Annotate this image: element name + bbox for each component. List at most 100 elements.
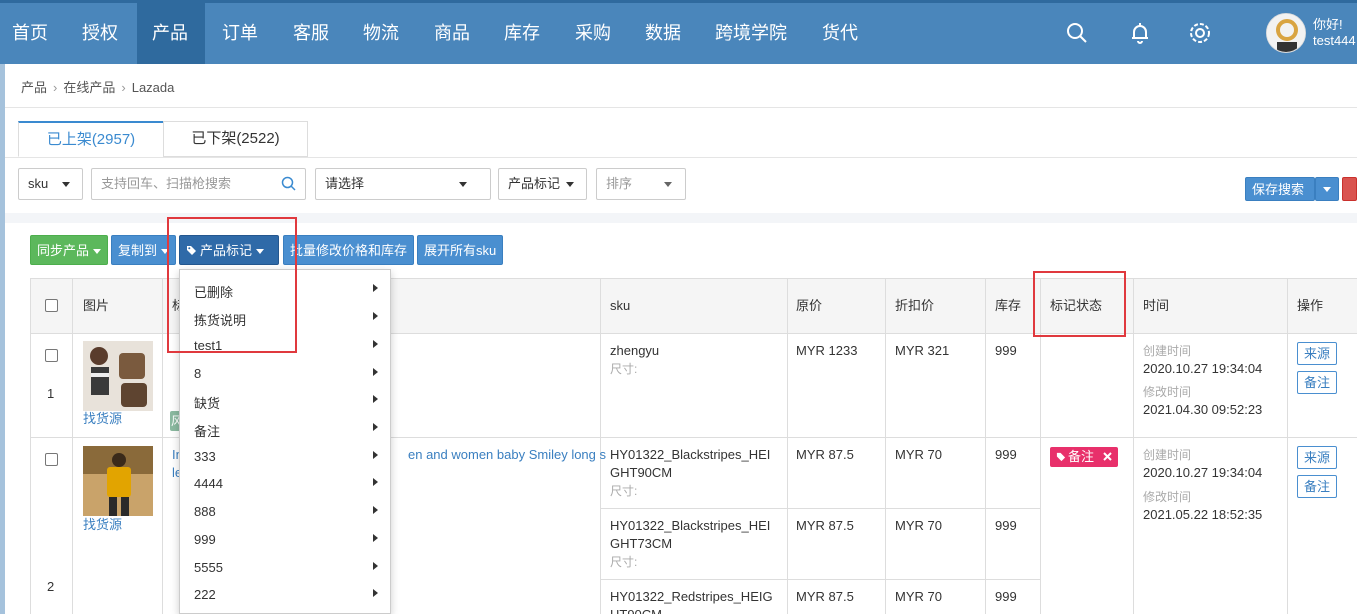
stock-value: 999 bbox=[995, 343, 1017, 358]
chevron-right-icon bbox=[373, 451, 378, 459]
sku-code: HY01322_Redstripes_HEIG bbox=[610, 589, 773, 604]
greeting-text: 你好! bbox=[1313, 17, 1343, 32]
col-line bbox=[162, 279, 163, 614]
price-value: MYR 1233 bbox=[796, 343, 858, 358]
menu-item-note[interactable]: 备注 bbox=[194, 421, 220, 440]
nav-item-goods[interactable]: 商品 bbox=[434, 3, 470, 64]
col-line bbox=[72, 279, 73, 614]
chevron-down-icon bbox=[459, 182, 467, 187]
search-icon[interactable] bbox=[281, 176, 296, 191]
nav-item-academy[interactable]: 跨境学院 bbox=[715, 3, 787, 64]
top-nav: 首页 授权 产品 订单 客服 物流 商品 库存 采购 数据 跨境学院 货代 你好… bbox=[0, 0, 1357, 64]
note-button[interactable]: 备注 bbox=[1297, 371, 1337, 394]
sku-type-select[interactable]: sku bbox=[18, 168, 83, 200]
menu-item-5555[interactable]: 5555 bbox=[194, 560, 223, 575]
find-source-link[interactable]: 找货源 bbox=[83, 516, 122, 534]
header-sku: sku bbox=[610, 298, 631, 313]
left-scroll-edge bbox=[0, 64, 5, 614]
header-stock: 库存 bbox=[995, 298, 1022, 313]
sort-select[interactable]: 排序 bbox=[596, 168, 686, 200]
row-checkbox[interactable] bbox=[45, 453, 58, 466]
mark-filter-select[interactable]: 产品标记 bbox=[498, 168, 587, 200]
breadcrumb-online[interactable]: 在线产品 bbox=[63, 80, 115, 95]
nav-item-orders[interactable]: 订单 bbox=[222, 3, 258, 64]
breadcrumb-product[interactable]: 产品 bbox=[21, 80, 47, 95]
gear-icon[interactable] bbox=[1188, 21, 1212, 45]
save-search-button[interactable]: 保存搜索 bbox=[1245, 177, 1315, 201]
sku-row-border bbox=[601, 579, 1041, 580]
batch-edit-button[interactable]: 批量修改价格和库存 bbox=[283, 235, 415, 265]
sku-size: 尺寸: bbox=[610, 362, 638, 376]
modified-time: 2021.05.22 18:52:35 bbox=[1143, 507, 1263, 522]
menu-item-999[interactable]: 999 bbox=[194, 532, 216, 547]
discount-value: MYR 70 bbox=[895, 518, 942, 533]
col-line bbox=[1287, 279, 1288, 614]
sku-size: 尺寸: bbox=[610, 484, 638, 498]
chevron-down-icon bbox=[1323, 187, 1331, 192]
menu-item-222[interactable]: 222 bbox=[194, 587, 216, 602]
select-all-checkbox[interactable] bbox=[45, 299, 58, 312]
mark-tag: 备注 bbox=[1050, 447, 1118, 467]
chevron-down-icon bbox=[93, 249, 102, 255]
category-select[interactable]: 请选择 bbox=[315, 168, 491, 200]
discount-value: MYR 70 bbox=[895, 447, 942, 462]
nav-item-auth[interactable]: 授权 bbox=[82, 3, 118, 64]
search-input[interactable]: 支持回车、扫描枪搜索 bbox=[91, 168, 306, 200]
find-source-link[interactable]: 找货源 bbox=[83, 410, 122, 428]
tag-icon bbox=[1056, 452, 1066, 462]
product-title[interactable]: en and women baby Smiley long s bbox=[408, 446, 606, 464]
created-time: 2020.10.27 19:34:04 bbox=[1143, 465, 1263, 480]
nav-item-product[interactable]: 产品 bbox=[137, 3, 205, 64]
menu-item-out-of-stock[interactable]: 缺货 bbox=[194, 393, 220, 412]
sku-type-value: sku bbox=[28, 176, 49, 191]
menu-item-8[interactable]: 8 bbox=[194, 366, 201, 381]
search-icon[interactable] bbox=[1065, 21, 1089, 45]
tab-unlisted[interactable]: 已下架(2522) bbox=[163, 121, 308, 157]
sku-code-cont: GHT73CM bbox=[610, 536, 673, 551]
col-line bbox=[30, 279, 31, 614]
delete-search-button[interactable] bbox=[1342, 177, 1357, 201]
product-image[interactable] bbox=[83, 341, 153, 411]
sync-products-button[interactable]: 同步产品 bbox=[30, 235, 109, 265]
nav-item-purchase[interactable]: 采购 bbox=[575, 3, 611, 64]
created-label: 创建时间 bbox=[1143, 448, 1192, 462]
menu-item-333[interactable]: 333 bbox=[194, 449, 216, 464]
sku-code: HY01322_Blackstripes_HEI bbox=[610, 518, 771, 533]
bell-icon[interactable] bbox=[1128, 21, 1152, 45]
created-time: 2020.10.27 19:34:04 bbox=[1143, 361, 1263, 376]
close-icon[interactable] bbox=[1102, 452, 1112, 461]
nav-item-inventory[interactable]: 库存 bbox=[504, 3, 540, 64]
highlight-box-mark-menu bbox=[167, 217, 297, 353]
chevron-right-icon bbox=[373, 312, 378, 320]
chevron-right-icon bbox=[373, 395, 378, 403]
header-price: 原价 bbox=[796, 298, 823, 313]
product-image[interactable] bbox=[83, 446, 153, 516]
discount-value: MYR 70 bbox=[895, 589, 942, 604]
sku-code: HY01322_Blackstripes_HEI bbox=[610, 447, 771, 462]
nav-item-home[interactable]: 首页 bbox=[12, 3, 48, 64]
mark-tag-label: 备注 bbox=[1068, 449, 1095, 464]
menu-item-888[interactable]: 888 bbox=[194, 504, 216, 519]
note-button[interactable]: 备注 bbox=[1297, 475, 1337, 498]
created-label: 创建时间 bbox=[1143, 344, 1192, 358]
source-button[interactable]: 来源 bbox=[1297, 446, 1337, 469]
save-search-dropdown[interactable] bbox=[1315, 177, 1339, 201]
breadcrumb-divider bbox=[5, 107, 1357, 108]
source-button[interactable]: 来源 bbox=[1297, 342, 1337, 365]
sku-code: zhengyu bbox=[610, 343, 660, 358]
row-checkbox[interactable] bbox=[45, 349, 58, 362]
sort-label: 排序 bbox=[606, 176, 633, 191]
chevron-right-icon bbox=[373, 534, 378, 542]
expand-sku-button[interactable]: 展开所有sku bbox=[417, 235, 504, 265]
user-greeting[interactable]: 你好! test444 bbox=[1313, 17, 1356, 49]
avatar[interactable] bbox=[1266, 13, 1306, 53]
sku-code-cont: GHT90CM bbox=[610, 465, 673, 480]
tab-listed[interactable]: 已上架(2957) bbox=[18, 121, 164, 157]
nav-item-forwarder[interactable]: 货代 bbox=[822, 3, 858, 64]
nav-item-service[interactable]: 客服 bbox=[293, 3, 329, 64]
menu-item-4444[interactable]: 4444 bbox=[194, 476, 223, 491]
nav-item-data[interactable]: 数据 bbox=[645, 3, 681, 64]
sku-size: 尺寸: bbox=[610, 555, 638, 569]
breadcrumb: 产品 › 在线产品 › Lazada bbox=[21, 80, 175, 95]
nav-item-logistics[interactable]: 物流 bbox=[363, 3, 399, 64]
